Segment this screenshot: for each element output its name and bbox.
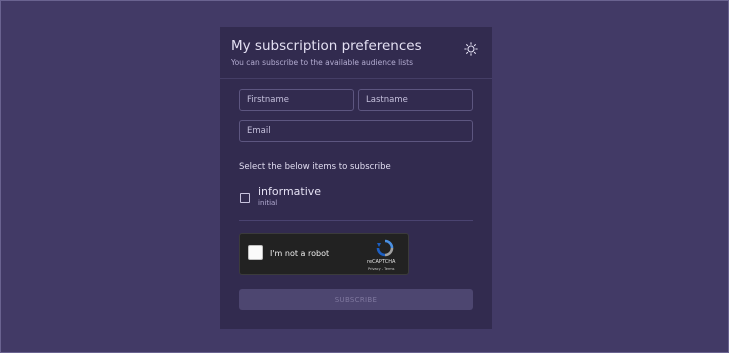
informative-checkbox[interactable] — [240, 193, 250, 203]
list-item-label[interactable]: informative — [258, 185, 321, 198]
firstname-field[interactable] — [239, 89, 354, 111]
card-header: My subscription preferences You can subs… — [220, 27, 492, 79]
email-field[interactable] — [239, 120, 473, 142]
recaptcha-brand: reCAPTCHA — [367, 259, 396, 265]
sun-icon[interactable] — [464, 42, 478, 56]
page-subtitle: You can subscribe to the available audie… — [231, 58, 413, 67]
subscription-card: My subscription preferences You can subs… — [220, 27, 492, 329]
divider — [239, 220, 473, 221]
recaptcha-logo-icon — [376, 239, 394, 257]
recaptcha-checkbox[interactable] — [248, 245, 263, 260]
recaptcha-label: I'm not a robot — [270, 249, 330, 258]
subscribe-button[interactable]: SUBSCRIBE — [239, 289, 473, 310]
list-item-sublabel: initial — [258, 199, 278, 207]
subscribe-items-label: Select the below items to subscribe — [239, 162, 391, 172]
recaptcha-links[interactable]: Privacy - Terms — [368, 267, 394, 271]
recaptcha-widget: I'm not a robot reCAPTCHA Privacy - Term… — [239, 233, 409, 275]
page-title: My subscription preferences — [231, 38, 422, 54]
lastname-field[interactable] — [358, 89, 473, 111]
